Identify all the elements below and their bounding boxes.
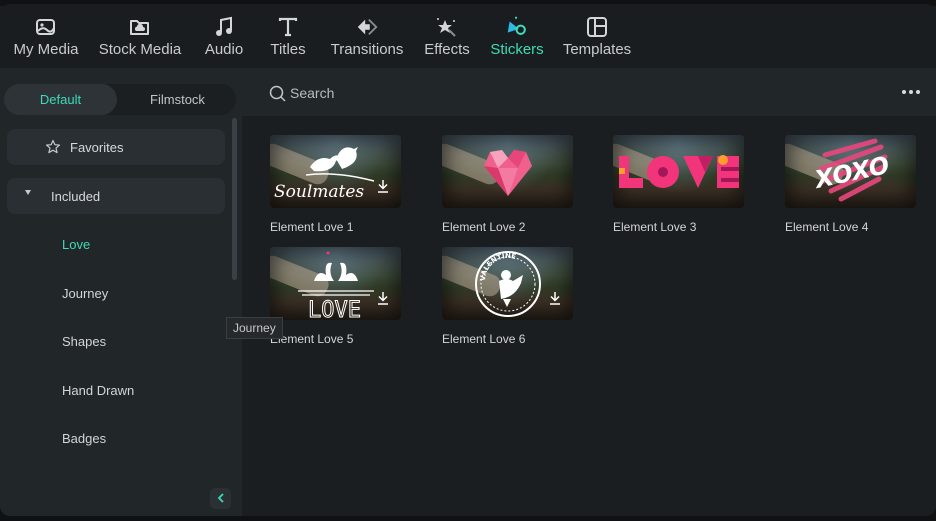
search-bar: [242, 68, 936, 116]
svg-text:VALENTINE: VALENTINE: [478, 251, 516, 280]
sidebar-item-included[interactable]: Included: [7, 178, 225, 214]
sticker-thumbnail: VALENTINE: [442, 247, 573, 320]
more-dot-icon: [916, 90, 920, 94]
sticker-card[interactable]: VALENTINE Element Love 6: [442, 247, 573, 346]
library-segmented-control: Default Filmstock: [4, 84, 236, 115]
included-label: Included: [51, 189, 101, 204]
more-options-button[interactable]: [902, 90, 920, 94]
tab-stickers[interactable]: Stickers: [480, 4, 554, 68]
top-nav: My Media Stock Media Audio Titles Transi…: [0, 4, 936, 68]
transitions-icon: [355, 16, 379, 38]
tab-titles[interactable]: Titles: [256, 4, 320, 68]
svg-text:XOXO: XOXO: [810, 151, 891, 194]
sticker-thumbnail: Soulmates: [270, 135, 401, 208]
collapse-sidebar-button[interactable]: [210, 488, 231, 509]
favorites-label: Favorites: [70, 140, 124, 155]
tab-my-media[interactable]: My Media: [4, 4, 88, 68]
sticker-card[interactable]: Element Love 3: [613, 135, 744, 234]
tab-audio[interactable]: Audio: [192, 4, 256, 68]
sticker-title: Element Love 1: [270, 220, 354, 234]
sticker-thumbnail: [613, 135, 744, 208]
tab-transitions[interactable]: Transitions: [320, 4, 414, 68]
svg-text:LOVE: LOVE: [308, 298, 361, 320]
sidebar-item-badges[interactable]: Badges: [62, 431, 106, 446]
search-input[interactable]: [290, 83, 490, 103]
more-dot-icon: [909, 90, 913, 94]
star-icon: [45, 139, 61, 160]
templates-icon: [585, 16, 609, 38]
tab-stock-media[interactable]: Stock Media: [88, 4, 192, 68]
sticker-card[interactable]: LOVE Element Love 5: [270, 247, 401, 346]
more-dot-icon: [902, 90, 906, 94]
sticker-thumbnail: LOVE: [270, 247, 401, 320]
chevron-left-icon: [217, 490, 225, 508]
sticker-title: Element Love 4: [785, 220, 869, 234]
tab-effects[interactable]: Effects: [414, 4, 480, 68]
sidebar-item-favorites[interactable]: Favorites: [7, 129, 225, 165]
search-icon: [269, 85, 287, 108]
polygon-heart-art: [442, 135, 573, 208]
caret-down-icon: [25, 190, 31, 195]
sidebar: Default Filmstock Favorites Included Lov…: [0, 68, 242, 516]
app-window: My Media Stock Media Audio Titles Transi…: [0, 0, 936, 516]
download-icon[interactable]: [377, 291, 389, 310]
effects-icon: [435, 16, 459, 38]
sticker-card[interactable]: Soulmates Element Love 1: [270, 135, 401, 234]
download-icon[interactable]: [549, 291, 561, 310]
titles-icon: [276, 16, 300, 38]
sticker-title: Element Love 3: [613, 220, 697, 234]
xoxo-scribble-art: XOXO: [785, 135, 916, 208]
download-icon[interactable]: [377, 179, 389, 198]
sidebar-item-hand-drawn[interactable]: Hand Drawn: [62, 383, 134, 398]
sidebar-item-love[interactable]: Love: [62, 237, 90, 252]
sticker-card[interactable]: Element Love 2: [442, 135, 573, 234]
music-note-icon: [212, 16, 236, 38]
segment-default[interactable]: Default: [4, 84, 117, 115]
my-media-icon: [34, 16, 58, 38]
sidebar-scrollbar[interactable]: [232, 118, 237, 280]
sticker-thumbnail: [442, 135, 573, 208]
sidebar-item-journey[interactable]: Journey: [62, 286, 108, 301]
sticker-title: Element Love 6: [442, 332, 526, 346]
sticker-title: Element Love 2: [442, 220, 526, 234]
love-blocks-art: [613, 135, 744, 208]
sidebar-item-shapes[interactable]: Shapes: [62, 334, 106, 349]
tab-templates[interactable]: Templates: [554, 4, 640, 68]
sticker-card[interactable]: XOXO Element Love 4: [785, 135, 916, 234]
tooltip: Journey: [226, 317, 283, 339]
stock-media-icon: [128, 16, 152, 38]
sticker-thumbnail: XOXO: [785, 135, 916, 208]
sticker-title: Element Love 5: [270, 332, 354, 346]
sticker-browser: Soulmates Element Love 1: [242, 68, 936, 516]
svg-text:Soulmates: Soulmates: [274, 182, 364, 202]
stickers-icon: [505, 16, 529, 38]
segment-filmstock[interactable]: Filmstock: [119, 84, 236, 115]
